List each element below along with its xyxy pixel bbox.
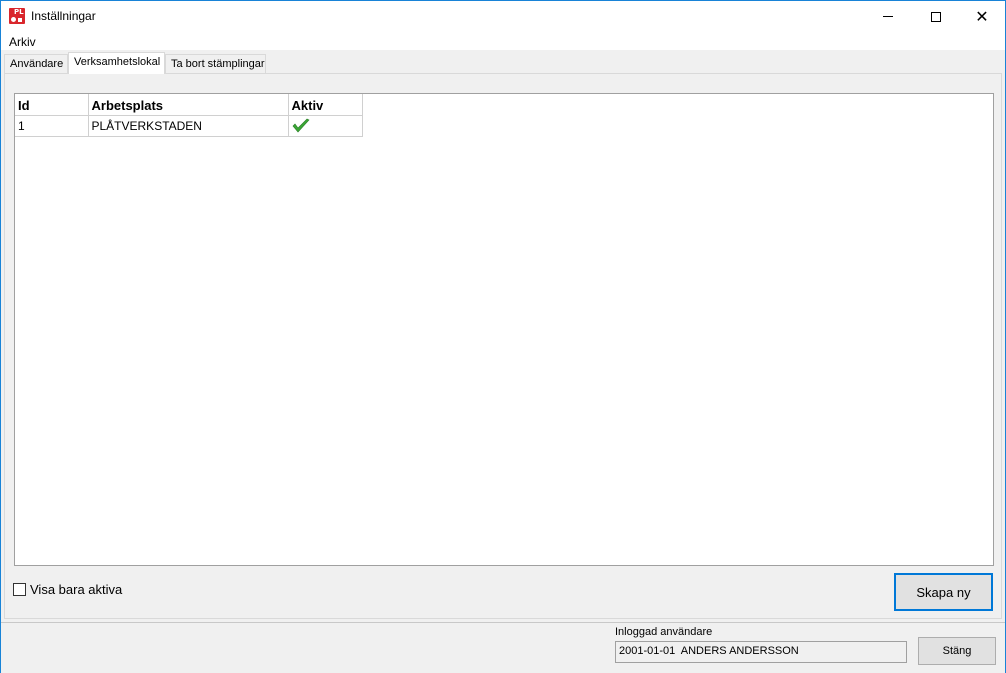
logged-in-user-label: Inloggad användare [615,626,713,638]
minimize-button[interactable] [865,1,911,32]
menu-bar: Arkiv [1,32,1005,50]
cell-aktiv[interactable] [288,115,363,137]
table-header-row: Id Arbetsplats Aktiv [15,94,363,116]
checkbox-box[interactable] [13,583,26,596]
menu-arkiv[interactable]: Arkiv [9,35,36,49]
table-row[interactable]: 1 PLÅTVERKSTADEN [15,115,363,137]
workplace-table: Id Arbetsplats Aktiv 1 PLÅTVERKSTADEN [15,94,363,137]
column-header-aktiv[interactable]: Aktiv [288,94,363,116]
title-bar[interactable]: PL Inställningar ✕ [1,1,1005,32]
tab-anvandare[interactable]: Användare [4,54,68,73]
app-logo-icon: PL [9,8,25,24]
cell-id[interactable]: 1 [15,115,89,137]
logged-in-user-field: 2001-01-01 ANDERS ANDERSSON [615,641,907,663]
tab-ta-bort-stamplingar[interactable]: Ta bort stämplingar [165,54,266,73]
settings-window: PL Inställningar ✕ Arkiv Användare Verks… [0,0,1006,673]
close-button[interactable]: Stäng [918,637,996,665]
workplace-grid[interactable]: Id Arbetsplats Aktiv 1 PLÅTVERKSTADEN [14,93,994,566]
app-logo-text: PL [14,8,24,16]
column-header-id[interactable]: Id [15,94,89,116]
close-window-button[interactable]: ✕ [959,1,1005,32]
show-active-only-checkbox[interactable]: Visa bara aktiva [13,582,122,597]
column-header-arbetsplats[interactable]: Arbetsplats [88,94,289,116]
check-icon [292,118,309,132]
minimize-icon [883,16,893,17]
status-area: Inloggad användare 2001-01-01 ANDERS AND… [1,622,1005,673]
tab-panel-verksamhetslokal: Id Arbetsplats Aktiv 1 PLÅTVERKSTADEN [4,73,1002,619]
close-icon: ✕ [975,6,989,26]
create-new-button[interactable]: Skapa ny [894,573,993,611]
show-active-only-label: Visa bara aktiva [30,582,123,597]
cell-arbetsplats[interactable]: PLÅTVERKSTADEN [88,115,289,137]
maximize-button[interactable] [913,1,959,32]
window-title: Inställningar [31,9,96,23]
maximize-icon [931,11,941,22]
tab-strip: Användare Verksamhetslokal Ta bort stämp… [4,52,1002,74]
tab-verksamhetslokal[interactable]: Verksamhetslokal [68,52,165,74]
